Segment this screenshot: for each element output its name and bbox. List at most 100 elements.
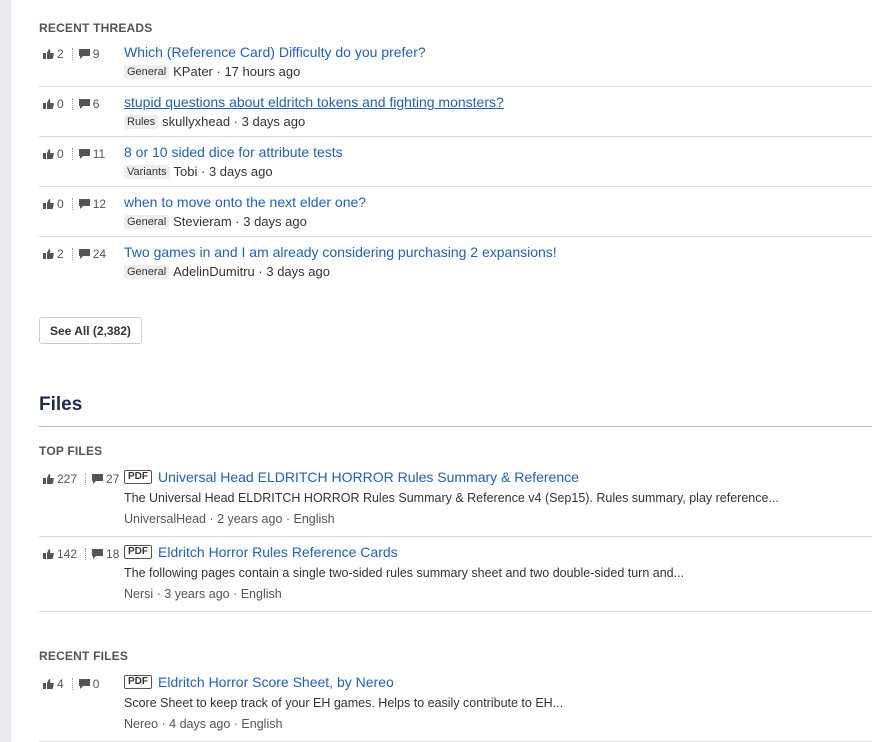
comment-count[interactable]: 9	[78, 47, 99, 61]
file-description: Score Sheet to keep track of your EH gam…	[124, 696, 564, 710]
thumbs-up-icon	[43, 679, 54, 689]
comment-count[interactable]: 18	[92, 547, 119, 561]
files-heading-divider	[39, 426, 872, 427]
meta-separator: ·	[254, 264, 267, 279]
left-rail	[0, 0, 11, 742]
stat-divider	[85, 548, 87, 560]
thumbs-up-icon	[43, 49, 54, 59]
like-count-value: 227	[57, 472, 78, 486]
like-count-value: 142	[57, 547, 78, 561]
thread-author[interactable]: skullyxhead	[162, 114, 230, 129]
thread-author[interactable]: KPater	[173, 64, 213, 79]
thread-title-link[interactable]: stupid questions about eldritch tokens a…	[124, 94, 504, 110]
meta-separator: ·	[212, 64, 225, 79]
like-count[interactable]: 2	[43, 47, 64, 61]
thread-meta: Rules skullyxhead · 3 days ago	[124, 114, 305, 129]
comment-count[interactable]: 6	[78, 97, 100, 111]
stat-divider	[71, 48, 73, 60]
file-head: PDF Eldritch Horror Rules Reference Card…	[124, 544, 398, 560]
like-count[interactable]: 4	[43, 677, 64, 691]
like-count-value: 2	[57, 247, 64, 261]
thread-stats: 0 12	[43, 197, 106, 211]
thread-row: 0 12 when to move onto the next elder on…	[39, 187, 872, 237]
thread-meta: General AdelinDumitru · 3 days ago	[124, 264, 330, 279]
comment-bubble-icon	[78, 149, 90, 159]
stat-divider	[71, 148, 73, 160]
comment-count[interactable]: 11	[78, 147, 106, 161]
thread-tag[interactable]: General	[124, 264, 170, 279]
thumbs-up-icon	[43, 474, 54, 484]
like-count[interactable]: 0	[43, 97, 64, 111]
like-count[interactable]: 227	[43, 472, 77, 486]
like-count-value: 0	[57, 197, 64, 211]
comment-bubble-icon	[78, 249, 90, 259]
like-count-value: 0	[57, 97, 64, 111]
thread-title-link[interactable]: Which (Reference Card) Difficulty do you…	[124, 44, 426, 60]
stat-divider	[85, 473, 87, 485]
like-count-value: 4	[57, 677, 64, 691]
comment-count-value: 6	[92, 97, 100, 111]
thread-tag[interactable]: Variants	[124, 164, 170, 179]
file-row: 227 27 PDF Universal Head ELDRITCH HORRO…	[39, 462, 872, 537]
thread-stats: 2 24	[43, 247, 106, 261]
thread-time: 3 days ago	[241, 114, 306, 129]
thread-title-link[interactable]: when to move onto the next elder one?	[124, 194, 366, 210]
thread-author[interactable]: Stevieram	[173, 214, 232, 229]
thread-tag[interactable]: General	[124, 214, 170, 229]
stat-divider	[71, 98, 73, 110]
thread-meta: General KPater · 17 hours ago	[124, 64, 300, 79]
comment-bubble-icon	[78, 679, 90, 689]
thread-title-link[interactable]: 8 or 10 sided dice for attribute tests	[124, 144, 343, 160]
comment-count-value: 11	[92, 147, 106, 161]
file-format-badge: PDF	[124, 470, 152, 484]
stat-divider	[71, 248, 73, 260]
thread-time: 3 days ago	[208, 164, 273, 179]
file-stats: 227 27	[43, 472, 119, 486]
comment-count[interactable]: 27	[92, 472, 119, 486]
like-count[interactable]: 142	[43, 547, 77, 561]
files-heading: Files	[39, 394, 83, 415]
like-count-value: 2	[57, 47, 64, 61]
file-title-link[interactable]: Eldritch Horror Rules Reference Cards	[158, 544, 398, 560]
thread-tag[interactable]: General	[124, 64, 170, 79]
file-title-link[interactable]: Universal Head ELDRITCH HORROR Rules Sum…	[158, 469, 579, 485]
comment-count[interactable]: 24	[78, 247, 106, 261]
thread-stats: 0 11	[43, 147, 105, 161]
thread-title-link[interactable]: Two games in and I am already considerin…	[124, 244, 557, 260]
like-count[interactable]: 2	[43, 247, 64, 261]
file-format-badge: PDF	[124, 545, 152, 559]
comment-bubble-icon	[92, 474, 104, 484]
comment-bubble-icon	[78, 199, 90, 209]
file-stats: 142 18	[43, 547, 119, 561]
thread-time: 3 days ago	[266, 264, 330, 279]
thread-meta: Variants Tobi · 3 days ago	[124, 164, 273, 179]
file-title-link[interactable]: Eldritch Horror Score Sheet, by Nereo	[158, 674, 394, 690]
thumbs-up-icon	[43, 249, 54, 259]
file-stats: 4 0	[43, 677, 99, 691]
thread-meta: General Stevieram · 3 days ago	[124, 214, 307, 229]
meta-separator: ·	[231, 214, 244, 229]
thread-author[interactable]: AdelinDumitru	[173, 264, 255, 279]
comment-count-value: 18	[106, 547, 120, 561]
file-meta: UniversalHead · 2 years ago · English	[124, 512, 335, 526]
comment-bubble-icon	[78, 49, 90, 59]
stat-divider	[71, 678, 73, 690]
file-meta: Nereo · 4 days ago · English	[124, 717, 283, 731]
thread-tag[interactable]: Rules	[124, 114, 159, 129]
comment-bubble-icon	[78, 99, 90, 109]
file-row: 142 18 PDF Eldritch Horror Rules Referen…	[39, 537, 872, 612]
meta-separator: ·	[197, 164, 209, 179]
see-all-threads-button[interactable]: See All (2,382)	[39, 317, 142, 344]
thumbs-up-icon	[43, 99, 54, 109]
file-head: PDF Universal Head ELDRITCH HORROR Rules…	[124, 469, 579, 485]
file-format-badge: PDF	[124, 675, 152, 689]
file-description: The Universal Head ELDRITCH HORROR Rules…	[124, 491, 779, 505]
thumbs-up-icon	[43, 199, 54, 209]
thread-row: 0 11 8 or 10 sided dice for attribute te…	[39, 137, 872, 187]
thread-author[interactable]: Tobi	[174, 164, 198, 179]
thread-row: 0 6 stupid questions about eldritch toke…	[39, 87, 872, 137]
like-count[interactable]: 0	[43, 147, 64, 161]
like-count[interactable]: 0	[43, 197, 64, 211]
comment-count[interactable]: 0	[78, 677, 99, 691]
comment-count[interactable]: 12	[78, 197, 106, 211]
